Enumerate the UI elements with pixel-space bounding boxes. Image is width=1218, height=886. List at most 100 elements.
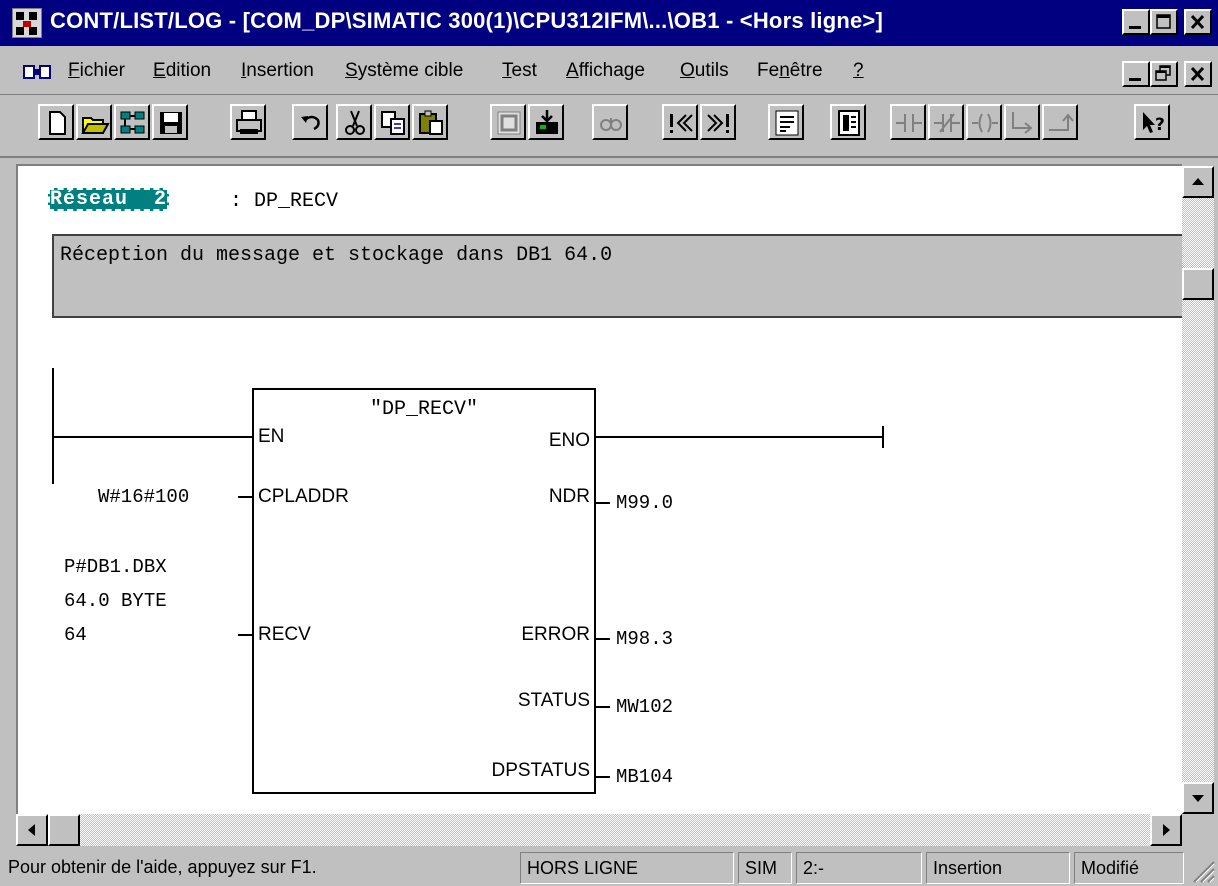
overview-icon <box>775 110 799 136</box>
close-icon <box>1190 14 1205 30</box>
menu-insertion[interactable]: Insertion <box>241 60 314 82</box>
branch-close-button[interactable] <box>1042 104 1078 140</box>
minimize-icon <box>1129 78 1141 81</box>
vertical-scroll-thumb[interactable] <box>1182 268 1214 300</box>
doc-close-button[interactable] <box>1184 61 1212 87</box>
title-bar: CONT/LIST/LOG - [COM_DP\SIMATIC 300(1)\C… <box>0 0 1218 46</box>
window-title: CONT/LIST/LOG - [COM_DP\SIMATIC 300(1)\C… <box>50 8 883 33</box>
copy-button[interactable] <box>374 104 410 140</box>
copy-icon <box>381 111 405 135</box>
new-button[interactable] <box>38 104 74 140</box>
recv-stub <box>238 634 252 636</box>
paste-button[interactable] <box>412 104 448 140</box>
operand-recv-line3[interactable]: 64 <box>64 624 87 646</box>
operand-recv-line1[interactable]: P#DB1.DBX <box>64 556 167 578</box>
network-label[interactable]: Réseau 2 <box>48 188 170 211</box>
eno-wire-end <box>882 426 884 448</box>
download-button[interactable] <box>528 104 564 140</box>
monitor-icon <box>600 118 622 131</box>
branch-open-button[interactable] <box>1004 104 1040 140</box>
overview-button[interactable] <box>768 104 804 140</box>
program-elements-icon <box>838 110 860 136</box>
normally-closed-contact-button[interactable] <box>928 104 964 140</box>
horizontal-scrollbar[interactable] <box>16 814 1182 846</box>
undo-button[interactable] <box>292 104 328 140</box>
menu-fenetre[interactable]: Fenêtre <box>757 60 823 82</box>
cut-button[interactable] <box>336 104 372 140</box>
status-help: Pour obtenir de l'aide, appuyez sur F1. <box>8 857 317 877</box>
scroll-up-button[interactable] <box>1182 166 1214 198</box>
next-network-button[interactable] <box>700 104 736 140</box>
operand-status[interactable]: MW102 <box>616 696 673 718</box>
ladder-editor[interactable]: Réseau 2 : DP_RECV Réception du message … <box>16 164 1182 814</box>
maximize-icon <box>1156 14 1171 29</box>
network-comment-box[interactable]: Réception du message et stockage dans DB… <box>52 234 1182 318</box>
menu-bar: Fichier Edition Insertion Système cible … <box>0 52 1218 92</box>
scroll-down-button[interactable] <box>1182 782 1214 814</box>
pin-eno: ENO <box>548 430 590 451</box>
print-button[interactable] <box>230 104 266 140</box>
monitor-button[interactable] <box>592 104 628 140</box>
maximize-button[interactable] <box>1150 9 1178 35</box>
horizontal-scroll-thumb[interactable] <box>48 814 80 846</box>
normally-open-contact-button[interactable] <box>890 104 926 140</box>
pin-status: STATUS <box>517 690 590 711</box>
status-modified: Modifié <box>1074 852 1184 884</box>
ndr-stub <box>596 502 610 504</box>
function-block[interactable]: "DP_RECV" EN CPLADDR RECV ENO NDR ERROR … <box>252 388 596 794</box>
program-elements-button[interactable] <box>830 104 866 140</box>
power-rail <box>52 368 54 484</box>
context-help-icon: ? <box>1143 112 1165 135</box>
operand-dpstatus[interactable]: MB104 <box>616 766 673 788</box>
scroll-left-button[interactable] <box>16 814 48 846</box>
resize-grip-icon[interactable] <box>1188 856 1216 884</box>
open-button[interactable] <box>76 104 112 140</box>
close-button[interactable] <box>1184 9 1212 35</box>
doc-restore-button[interactable] <box>1150 61 1178 87</box>
close-icon <box>1190 66 1205 82</box>
paste-icon <box>419 110 443 135</box>
coil-icon <box>972 113 998 133</box>
compile-button[interactable] <box>490 104 526 140</box>
app-icon[interactable] <box>12 8 42 38</box>
previous-network-button[interactable] <box>662 104 698 140</box>
dpstatus-stub <box>596 776 610 778</box>
operand-error[interactable]: M98.3 <box>616 628 673 650</box>
menu-fichier[interactable]: Fichier <box>68 60 125 82</box>
block-name: "DP_RECV" <box>369 398 479 421</box>
vertical-scrollbar[interactable] <box>1182 166 1214 814</box>
branch-close-icon <box>1049 113 1074 131</box>
context-help-button[interactable]: ? <box>1134 104 1170 140</box>
doc-minimize-button[interactable] <box>1122 61 1150 87</box>
branch-open-icon <box>1012 112 1033 134</box>
operand-cpladdr[interactable]: W#16#100 <box>98 486 189 508</box>
menu-outils[interactable]: Outils <box>680 60 729 82</box>
download-icon <box>536 110 558 134</box>
compile-icon <box>497 111 521 135</box>
menu-help[interactable]: ? <box>853 60 864 82</box>
previous-network-icon <box>670 114 693 133</box>
cpladdr-stub <box>238 496 252 498</box>
menu-test[interactable]: Test <box>502 60 537 82</box>
menu-edition[interactable]: Edition <box>153 60 211 82</box>
save-icon <box>160 112 182 134</box>
pin-en: EN <box>258 426 285 447</box>
arrow-up-icon <box>1192 178 1204 185</box>
undo-icon <box>301 115 320 131</box>
network-button[interactable] <box>114 104 150 140</box>
network-title[interactable]: : DP_RECV <box>230 190 338 213</box>
normally-closed-contact-icon <box>934 113 960 133</box>
scroll-right-button[interactable] <box>1150 814 1182 846</box>
operand-recv-line2[interactable]: 64.0 BYTE <box>64 590 167 612</box>
document-menu-icon[interactable] <box>22 60 52 84</box>
coil-button[interactable] <box>966 104 1002 140</box>
operand-ndr[interactable]: M99.0 <box>616 492 673 514</box>
menu-systeme-cible[interactable]: Système cible <box>345 60 463 82</box>
en-wire <box>52 436 252 438</box>
open-icon <box>81 117 110 134</box>
minimize-button[interactable] <box>1122 9 1150 35</box>
menu-affichage[interactable]: Affichage <box>566 60 645 82</box>
pin-recv: RECV <box>258 624 311 645</box>
toolbar-separator <box>0 156 1218 158</box>
save-button[interactable] <box>152 104 188 140</box>
